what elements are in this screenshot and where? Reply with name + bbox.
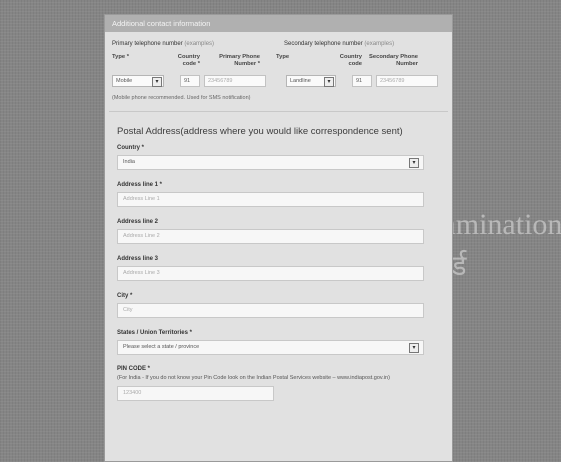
col-type-2: Type xyxy=(276,54,290,60)
address2-input[interactable]: Address Line 2 xyxy=(117,229,424,244)
secondary-phone-input[interactable]: 23456789 xyxy=(376,75,438,87)
state-select[interactable]: Please select a state / province ▾ xyxy=(117,340,424,355)
country-value: India xyxy=(123,159,135,165)
address3-label: Address line 3 xyxy=(117,256,159,262)
chevron-down-icon: ▾ xyxy=(409,158,419,168)
chevron-down-icon: ▾ xyxy=(152,77,162,87)
secondary-country-code-input[interactable]: 91 xyxy=(352,75,372,87)
state-label: States / Union Territories * xyxy=(117,330,192,336)
contact-panel: Additional contact information Primary t… xyxy=(104,14,453,462)
pin-input[interactable]: 123400 xyxy=(117,386,274,401)
secondary-phone-label: Secondary telephone number xyxy=(284,41,363,47)
primary-type-select[interactable]: Mobile ▾ xyxy=(112,75,164,87)
chevron-down-icon: ▾ xyxy=(324,77,334,87)
panel-header: Additional contact information xyxy=(105,15,452,32)
primary-examples-link[interactable]: (examples) xyxy=(184,41,214,47)
primary-type-value: Mobile xyxy=(116,78,133,84)
secondary-type-select[interactable]: Landline ▾ xyxy=(286,75,336,87)
primary-phone-heading: Primary telephone number (examples) xyxy=(112,41,284,47)
secondary-phone-heading: Secondary telephone number (examples) xyxy=(284,41,394,47)
col-type: Type * xyxy=(112,54,129,60)
primary-phone-label: Primary telephone number xyxy=(112,41,183,47)
col-country-code-2: Country code xyxy=(339,54,362,67)
country-label: Country * xyxy=(117,145,144,151)
city-label: City * xyxy=(117,293,133,299)
address3-input[interactable]: Address Line 3 xyxy=(117,266,424,281)
mobile-note: (Mobile phone recommended. Used for SMS … xyxy=(112,95,251,101)
address2-label: Address line 2 xyxy=(117,219,159,225)
phone-column-headers: Type * Country code * Primary Phone Numb… xyxy=(112,54,445,70)
address1-input[interactable]: Address Line 1 xyxy=(117,192,424,207)
primary-phone-input[interactable]: 23456789 xyxy=(204,75,266,87)
col-primary-number: Primary Phone Number * xyxy=(219,54,260,67)
country-select[interactable]: India ▾ xyxy=(117,155,424,170)
address1-label: Address line 1 * xyxy=(117,182,163,188)
state-value: Please select a state / province xyxy=(123,344,200,350)
chevron-down-icon: ▾ xyxy=(409,343,419,353)
phone-fields-row: Mobile ▾ 91 23456789 Landline ▾ 91 23456… xyxy=(112,74,445,88)
secondary-examples-link[interactable]: (examples) xyxy=(364,41,394,47)
phone-section: Primary telephone number (examples) Seco… xyxy=(105,32,452,101)
city-input[interactable]: City xyxy=(117,303,424,318)
primary-country-code-input[interactable]: 91 xyxy=(180,75,200,87)
secondary-type-value: Landline xyxy=(290,78,311,84)
col-country-code: Country code * xyxy=(177,54,200,67)
phone-labels-row: Primary telephone number (examples) Seco… xyxy=(112,38,445,50)
section-divider xyxy=(109,111,448,112)
col-secondary-number: Secondary Phone Number xyxy=(369,54,418,67)
pin-label: PIN CODE * xyxy=(117,366,151,372)
postal-title: Postal Address(address where you would l… xyxy=(117,126,403,137)
pin-note: (For India - If you do not know your Pin… xyxy=(117,375,390,381)
postal-section: Postal Address(address where you would l… xyxy=(105,126,452,401)
